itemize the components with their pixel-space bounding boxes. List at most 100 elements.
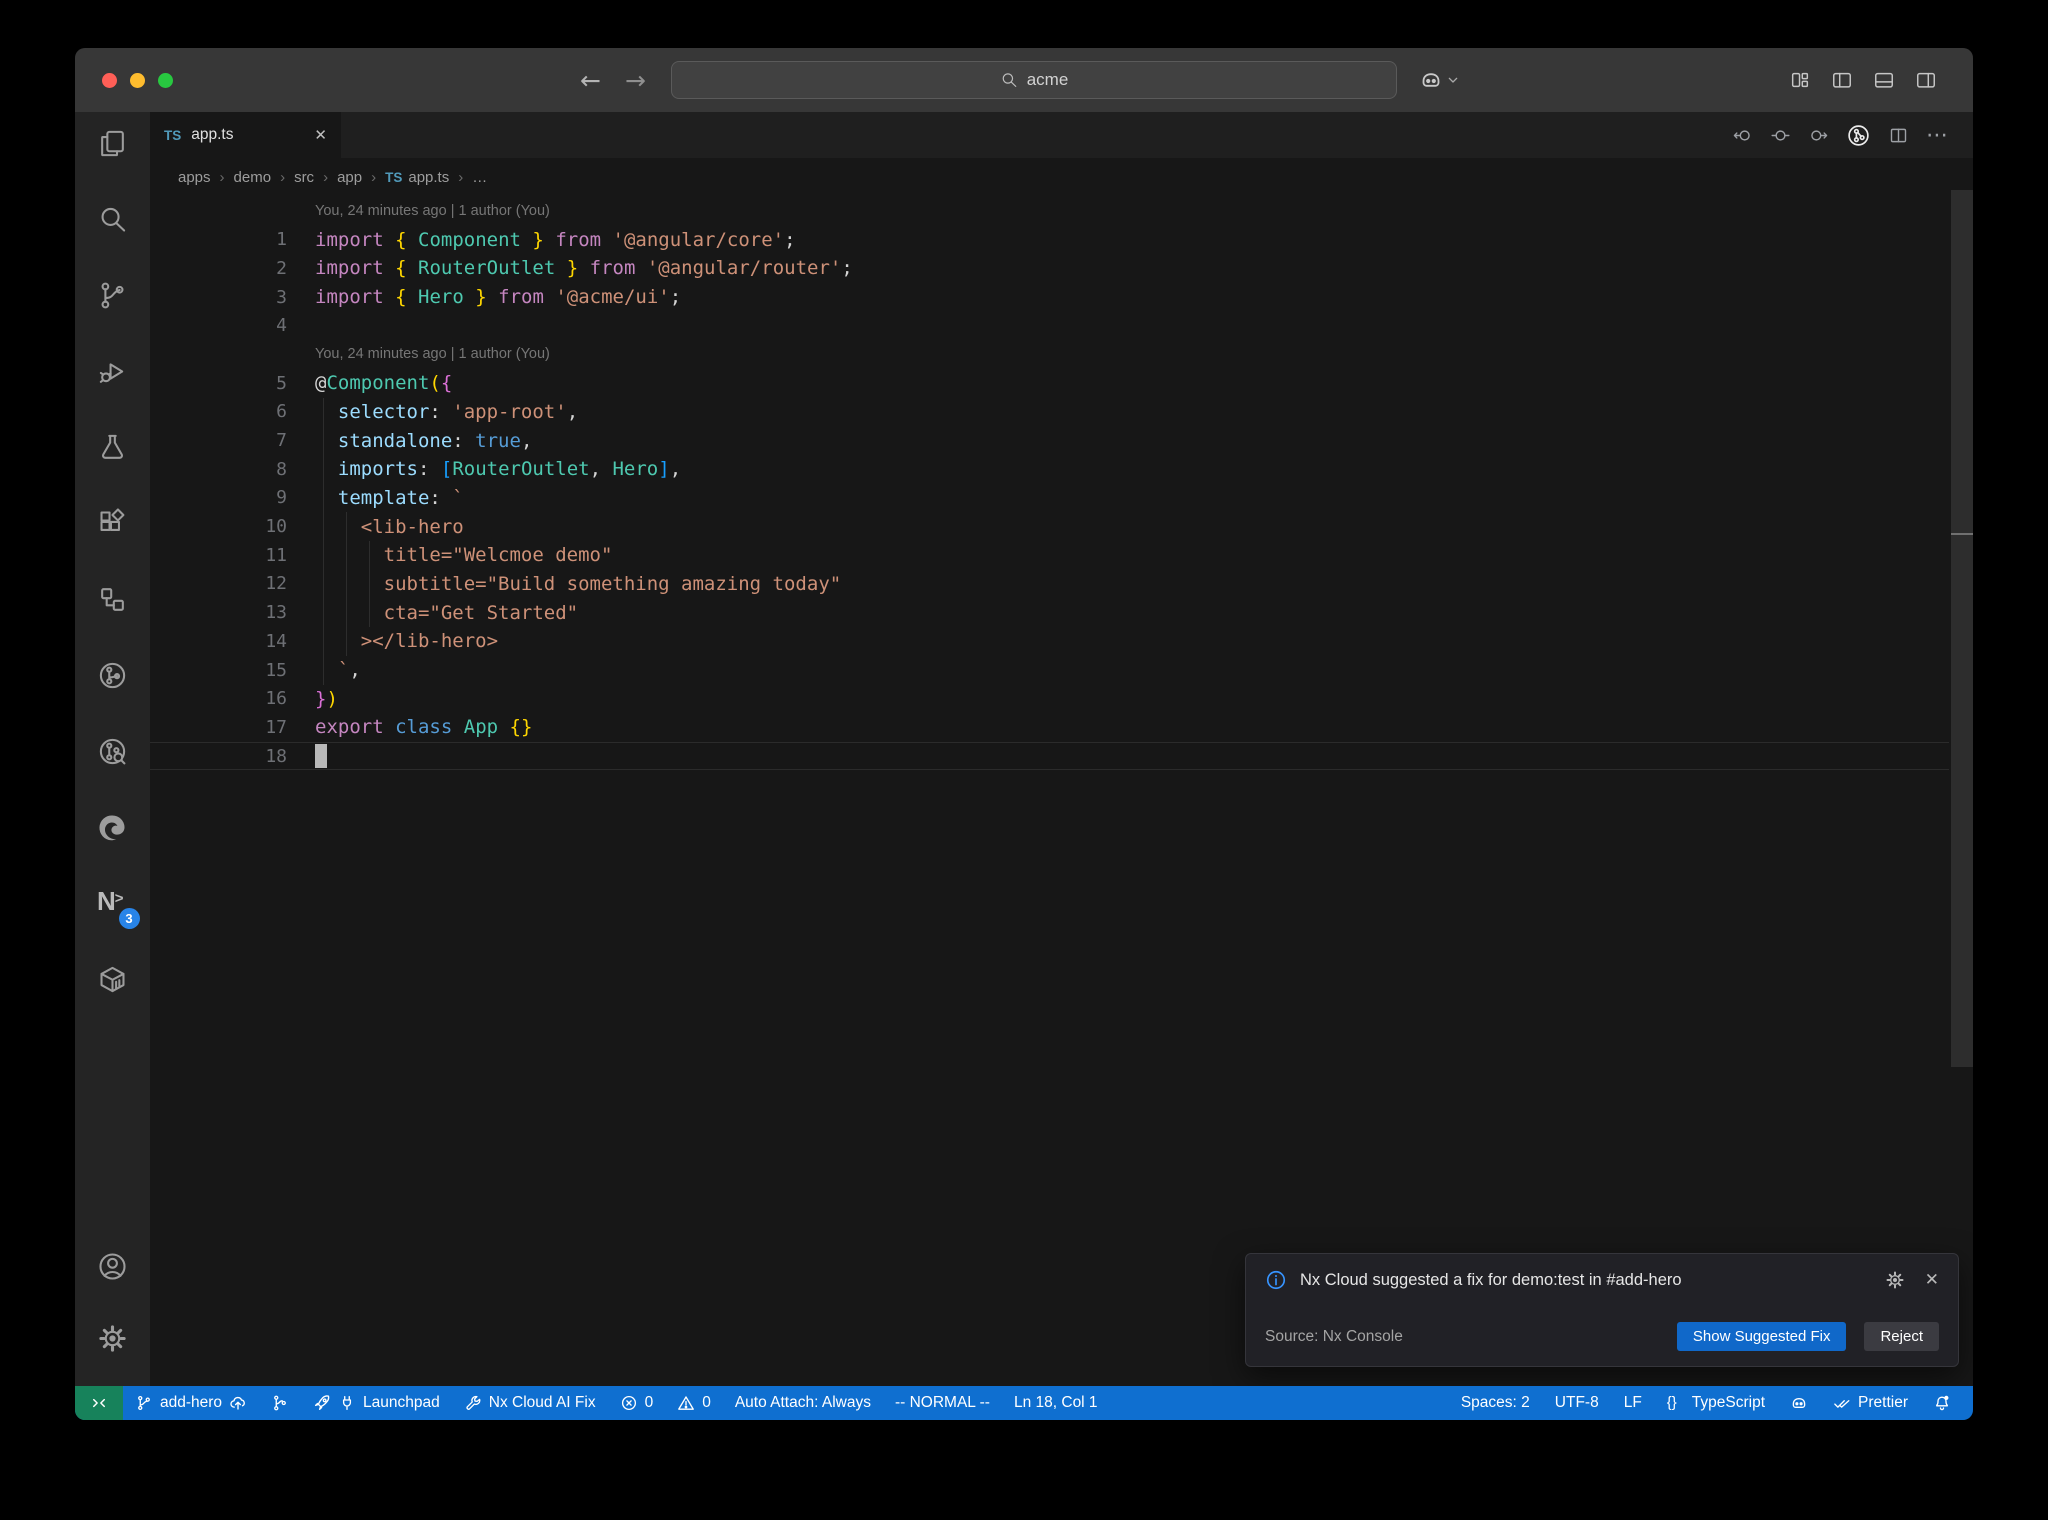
status-formatter[interactable]: Prettier <box>1833 1386 1908 1420</box>
containers-icon <box>97 964 128 995</box>
copilot-icon <box>1790 1394 1808 1412</box>
line-number: 9 <box>276 487 287 509</box>
status-git-branch[interactable]: add-hero <box>135 1386 247 1420</box>
activity-testing[interactable] <box>89 423 137 471</box>
status-nx-cloud-ai-fix[interactable]: Nx Cloud AI Fix <box>464 1386 596 1420</box>
code-text: cta="Get Started" <box>315 601 579 624</box>
close-window-button[interactable] <box>102 73 117 88</box>
line-number: 13 <box>265 602 287 624</box>
search-icon <box>1000 71 1018 89</box>
breadcrumb-[interactable]: … <box>472 169 487 186</box>
editor-action-nav-back-icon[interactable] <box>1732 125 1753 146</box>
plug-icon <box>338 1394 356 1412</box>
status-remote-indicator[interactable] <box>75 1386 123 1420</box>
activity-explorer[interactable] <box>89 119 137 167</box>
activity-project-structure[interactable] <box>89 575 137 623</box>
breadcrumb-appts[interactable]: TS app.ts <box>385 169 449 186</box>
breadcrumb-separator: › <box>323 168 329 186</box>
line-number: 18 <box>265 745 287 767</box>
bell-dot-icon <box>1933 1394 1951 1412</box>
code-text: template: ` <box>337 486 464 509</box>
activity-accounts[interactable] <box>89 1242 137 1290</box>
tab-app-ts[interactable]: TS app.ts ✕ <box>150 112 341 158</box>
status-notifications[interactable] <box>1933 1386 1951 1420</box>
activity-nx-console[interactable]: N> 3 <box>89 879 140 929</box>
activity-run-debug[interactable] <box>89 347 137 395</box>
editor-scrollbar[interactable] <box>1951 190 1973 1067</box>
breadcrumb-src[interactable]: src <box>294 169 314 186</box>
braces-icon: {} <box>1666 1394 1677 1411</box>
breadcrumb-apps[interactable]: apps <box>178 169 211 186</box>
status-language-mode[interactable]: {} TypeScript <box>1667 1386 1765 1420</box>
status-formatter-label: Prettier <box>1858 1394 1908 1411</box>
customize-layout-icon[interactable] <box>1789 69 1811 91</box>
activity-source-control[interactable] <box>89 271 137 319</box>
code-line-3: 3 import { Hero } from '@acme/ui'; <box>150 283 1949 312</box>
edge-tools-icon <box>97 812 128 843</box>
status-errors[interactable]: 0 <box>620 1386 653 1420</box>
activity-gitlens[interactable] <box>89 651 137 699</box>
code-text: title="Welcmoe demo" <box>315 544 613 567</box>
tab-label: app.ts <box>191 126 234 143</box>
toggle-primary-sidebar-icon[interactable] <box>1831 69 1853 91</box>
explorer-icon <box>97 128 128 159</box>
toggle-secondary-sidebar-icon[interactable] <box>1915 69 1937 91</box>
activity-gitlens-search[interactable] <box>89 727 137 775</box>
status-copilot[interactable] <box>1790 1386 1808 1420</box>
editor-action-split-icon[interactable] <box>1888 125 1909 146</box>
reject-button[interactable]: Reject <box>1864 1322 1939 1351</box>
show-suggested-fix-button[interactable]: Show Suggested Fix <box>1676 1322 1847 1351</box>
status-indentation-label: Spaces: 2 <box>1460 1394 1530 1411</box>
status-eol[interactable]: LF <box>1624 1386 1642 1420</box>
line-number: 15 <box>265 659 287 681</box>
editor[interactable]: You, 24 minutes ago | 1 author (You) 1 imp… <box>150 197 1949 771</box>
notification-close-icon[interactable]: ✕ <box>1925 1271 1939 1289</box>
editor-action-nx-graph-icon[interactable] <box>1846 123 1871 148</box>
activity-settings[interactable] <box>89 1314 137 1362</box>
minimize-window-button[interactable] <box>130 73 145 88</box>
breadcrumb-separator: › <box>280 168 286 186</box>
status-vim-mode[interactable]: -- NORMAL -- <box>895 1386 990 1420</box>
status-auto-attach[interactable]: Auto Attach: Always <box>735 1386 871 1420</box>
code-line-10: 10 <lib-hero <box>150 512 1949 541</box>
close-tab-icon[interactable]: ✕ <box>314 126 327 144</box>
breadcrumb-separator: › <box>219 168 225 186</box>
activity-badge: 3 <box>118 908 140 929</box>
code-text: }) <box>315 687 338 710</box>
status-cursor-position[interactable]: Ln 18, Col 1 <box>1014 1386 1098 1420</box>
editor-action-nav-dot-icon[interactable] <box>1770 125 1791 146</box>
status-cursor-position-label: Ln 18, Col 1 <box>1013 1394 1098 1411</box>
line-number: 10 <box>265 516 287 538</box>
activity-edge-tools[interactable] <box>89 803 137 851</box>
editor-action-nav-forward-icon[interactable] <box>1808 125 1829 146</box>
code-text <box>287 744 327 769</box>
notification-settings-icon[interactable] <box>1885 1270 1905 1290</box>
code-line-12: 12 subtitle="Build something amazing tod… <box>150 570 1949 599</box>
toggle-panel-icon[interactable] <box>1873 69 1895 91</box>
status-launchpad[interactable]: Launchpad <box>313 1386 440 1420</box>
status-indentation[interactable]: Spaces: 2 <box>1461 1386 1530 1420</box>
zoom-window-button[interactable] <box>158 73 173 88</box>
history-forward-icon[interactable]: → <box>625 68 646 93</box>
titlebar: ← → acme <box>75 48 1973 112</box>
branch-icon <box>135 1394 153 1412</box>
activity-containers[interactable] <box>89 955 137 1003</box>
activity-extensions[interactable] <box>89 499 137 547</box>
status-encoding[interactable]: UTF-8 <box>1555 1386 1599 1420</box>
source-control-icon <box>97 280 128 311</box>
breadcrumb-app[interactable]: app <box>337 169 362 186</box>
breadcrumb-separator: › <box>458 168 464 186</box>
history-back-icon[interactable]: ← <box>580 68 601 93</box>
status-eol-label: LF <box>1623 1394 1642 1411</box>
project-structure-icon <box>97 584 128 615</box>
line-number: 12 <box>265 573 287 595</box>
copilot-menu[interactable] <box>1419 48 1461 112</box>
activity-search[interactable] <box>89 195 137 243</box>
breadcrumb-demo[interactable]: demo <box>234 169 272 186</box>
command-center-search[interactable]: acme <box>671 61 1397 99</box>
editor-action-more-icon[interactable]: ⋯ <box>1926 124 1948 146</box>
indent-guide <box>346 512 347 656</box>
status-warnings[interactable]: 0 <box>677 1386 711 1420</box>
indent-guide <box>369 541 370 628</box>
status-source-control-graph[interactable] <box>271 1386 289 1420</box>
